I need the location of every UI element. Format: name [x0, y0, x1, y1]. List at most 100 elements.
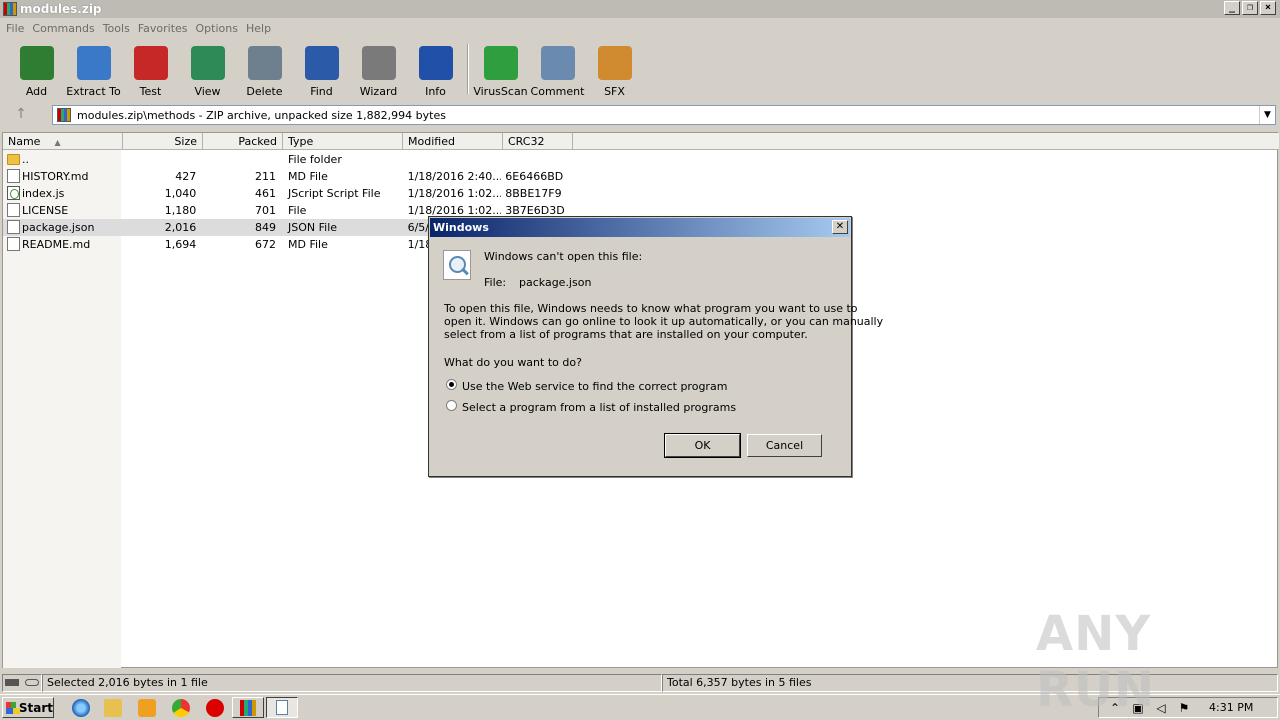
- cell-crc: 6E6466BD: [505, 170, 564, 183]
- toolbar-delete-button[interactable]: Delete: [236, 38, 293, 98]
- cell-name: package.json: [22, 221, 95, 234]
- menu-bar: File Commands Tools Favorites Options He…: [0, 18, 1280, 38]
- address-bar[interactable]: modules.zip\methods - ZIP archive, unpac…: [52, 105, 1276, 125]
- cell-name: README.md: [22, 238, 91, 251]
- windows-logo-icon: [6, 701, 20, 714]
- restore-button[interactable]: ❐: [1242, 1, 1258, 15]
- internet-explorer-icon[interactable]: [72, 699, 90, 717]
- up-folder-button[interactable]: ↑: [10, 106, 32, 124]
- document-icon: [276, 700, 288, 715]
- cancel-button[interactable]: Cancel: [747, 434, 822, 457]
- toolbar-test-button[interactable]: Test: [122, 38, 179, 98]
- virus-scan-icon: [483, 46, 518, 80]
- toolbar-find-button[interactable]: Find: [293, 38, 350, 98]
- toolbar-comment-button[interactable]: Comment: [529, 38, 586, 98]
- table-row[interactable]: .. File folder: [3, 151, 571, 168]
- window-title-bar: modules.zip _ ❐ ×: [0, 0, 1280, 18]
- toolbar-button-label: VirusScan: [473, 85, 528, 98]
- cell-packed: 849: [255, 221, 277, 234]
- cell-type: File folder: [288, 153, 342, 166]
- media-player-icon[interactable]: [138, 699, 156, 717]
- dialog-title-bar: Windows ✕: [430, 218, 850, 237]
- cell-packed: 461: [255, 187, 277, 200]
- cell-name: HISTORY.md: [22, 170, 89, 183]
- toolbar: Add Extract To Test View Delete Find Wizard Inf…: [0, 38, 1280, 100]
- test-clipboard-icon: [133, 46, 168, 80]
- cell-modified: 1/18/2016 2:40...: [407, 170, 502, 183]
- toolbar-view-button[interactable]: View: [179, 38, 236, 98]
- file-name: package.json: [519, 276, 592, 289]
- menu-file[interactable]: File: [2, 22, 28, 35]
- toolbar-info-button[interactable]: Info: [407, 38, 464, 98]
- comment-icon: [540, 46, 575, 80]
- status-selected: Selected 2,016 bytes in 1 file: [42, 674, 662, 692]
- toolbar-wizard-button[interactable]: Wizard: [350, 38, 407, 98]
- option-select-program-radio[interactable]: [446, 400, 457, 411]
- dialog-body-line1: To open this file, Windows needs to know…: [444, 302, 858, 315]
- cell-modified: [406, 151, 408, 168]
- ok-button[interactable]: OK: [664, 433, 741, 458]
- column-name[interactable]: Name ▲: [3, 133, 123, 150]
- minimize-button[interactable]: _: [1224, 1, 1240, 15]
- chevron-down-icon[interactable]: ▼: [1259, 106, 1275, 124]
- cell-name: ..: [22, 153, 29, 166]
- add-archive-icon: [19, 46, 54, 80]
- cell-type: MD File: [288, 238, 328, 251]
- toolbar-separator: [467, 44, 469, 94]
- dialog-close-button[interactable]: ✕: [832, 220, 848, 234]
- search-document-icon: [443, 250, 471, 280]
- toolbar-button-label: SFX: [604, 85, 625, 98]
- window-title: modules.zip: [20, 2, 102, 16]
- file-icon: [7, 220, 20, 234]
- open-with-dialog: Windows ✕ Windows can't open this file: …: [428, 216, 883, 477]
- drive-icon[interactable]: [2, 674, 42, 692]
- script-file-icon: [7, 186, 20, 200]
- toolbar-button-label: Extract To: [66, 85, 121, 98]
- menu-favorites[interactable]: Favorites: [134, 22, 192, 35]
- column-size[interactable]: Size: [123, 133, 203, 150]
- toolbar-sfx-button[interactable]: SFX: [586, 38, 643, 98]
- dialog-question: What do you want to do?: [444, 356, 582, 369]
- table-row[interactable]: index.js 1,040 461 JScript Script File 1/18/…: [3, 185, 571, 202]
- menu-options[interactable]: Options: [192, 22, 242, 35]
- info-icon: [418, 46, 453, 80]
- toolbar-extract-to-button[interactable]: Extract To: [65, 38, 122, 98]
- winrar-icon: [240, 700, 256, 716]
- address-row: ↑ modules.zip\methods - ZIP archive, unp…: [0, 102, 1280, 128]
- cell-size: 2,016: [164, 221, 197, 234]
- toolbar-virusscan-button[interactable]: VirusScan: [472, 38, 529, 98]
- cell-modified: 6/5/: [407, 221, 430, 234]
- delete-trash-icon: [247, 46, 282, 80]
- option-web-service-radio[interactable]: [446, 379, 457, 390]
- winrar-task-button[interactable]: [232, 697, 264, 718]
- option-web-service-label[interactable]: Use the Web service to find the correct …: [462, 380, 727, 393]
- column-packed[interactable]: Packed: [203, 133, 283, 150]
- menu-commands[interactable]: Commands: [28, 22, 98, 35]
- file-icon: [7, 237, 20, 251]
- explorer-folder-icon[interactable]: [104, 699, 122, 717]
- opera-icon[interactable]: [206, 699, 224, 717]
- column-modified[interactable]: Modified: [403, 133, 503, 150]
- anyrun-watermark: ANY RUN: [1036, 606, 1156, 718]
- table-row[interactable]: HISTORY.md 427 211 MD File 1/18/2016 2:40...…: [3, 168, 571, 185]
- cell-size: 1,040: [164, 187, 197, 200]
- toolbar-button-label: Delete: [246, 85, 283, 98]
- sfx-box-icon: [597, 46, 632, 80]
- start-button[interactable]: Start: [2, 697, 54, 718]
- menu-help[interactable]: Help: [242, 22, 275, 35]
- menu-tools[interactable]: Tools: [99, 22, 134, 35]
- column-crc32[interactable]: CRC32: [503, 133, 573, 150]
- close-button[interactable]: ×: [1260, 1, 1276, 15]
- toolbar-button-label: Comment: [530, 85, 585, 98]
- extract-folder-icon: [76, 46, 111, 80]
- dialog-task-button[interactable]: [266, 697, 298, 718]
- toolbar-button-label: Test: [139, 85, 162, 98]
- option-select-program-label[interactable]: Select a program from a list of installe…: [462, 401, 736, 414]
- cell-size: 427: [175, 170, 197, 183]
- toolbar-add-button[interactable]: Add: [8, 38, 65, 98]
- cell-packed: 672: [255, 238, 277, 251]
- chrome-icon[interactable]: [172, 699, 190, 717]
- dialog-body-line3: select from a list of programs that are …: [444, 328, 808, 341]
- cell-packed: 211: [255, 170, 277, 183]
- column-type[interactable]: Type: [283, 133, 403, 150]
